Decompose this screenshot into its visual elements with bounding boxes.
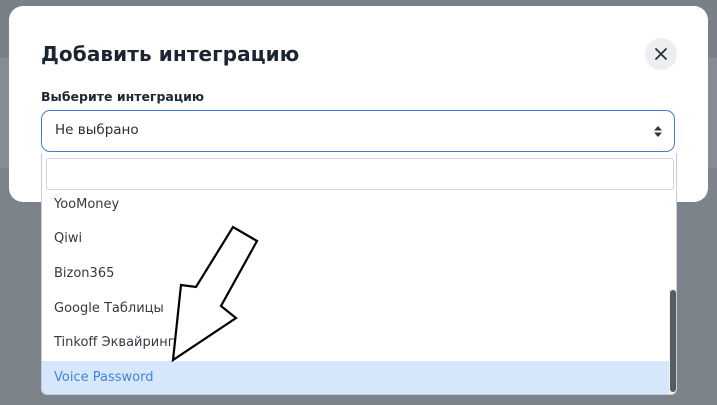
pointer-arrow-icon [171,225,259,363]
